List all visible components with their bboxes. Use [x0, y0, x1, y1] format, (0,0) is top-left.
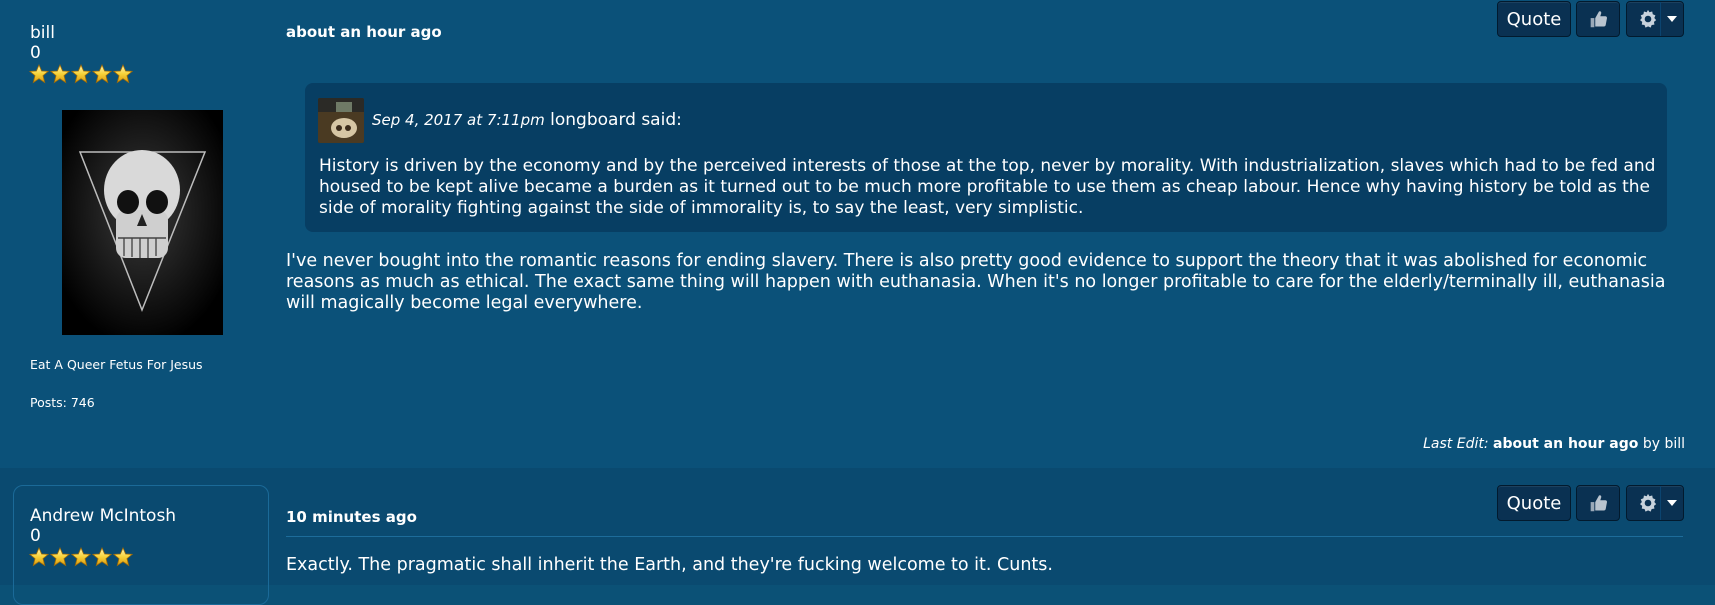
- post-bill: bill 0 Eat A Queer Fetus For Jesus Posts…: [0, 0, 1715, 468]
- star-icon: [92, 64, 112, 84]
- star-icon: [50, 64, 70, 84]
- author-reputation: 0: [30, 526, 41, 546]
- star-icon: [29, 547, 49, 567]
- last-edit-by-label: by: [1642, 436, 1660, 452]
- star-icon: [113, 64, 133, 84]
- star-icon: [113, 547, 133, 567]
- star-icon: [71, 547, 91, 567]
- author-name[interactable]: bill: [30, 23, 55, 43]
- quote-button[interactable]: Quote: [1497, 1, 1571, 37]
- star-icon: [50, 547, 70, 567]
- gear-icon: [1637, 492, 1659, 514]
- author-panel: [13, 485, 269, 605]
- quote-avatar-image: [318, 98, 364, 143]
- skull-avatar-image: [62, 110, 223, 335]
- post-body: I've never bought into the romantic reas…: [286, 251, 1666, 313]
- user-post-count: Posts: 746: [30, 395, 95, 410]
- star-icon: [71, 64, 91, 84]
- gear-icon: [1637, 8, 1659, 30]
- thumbs-up-icon: [1587, 8, 1609, 30]
- post-header-divider: [286, 536, 1683, 537]
- quote-author[interactable]: longboard: [550, 110, 636, 130]
- last-edit-user[interactable]: bill: [1664, 436, 1685, 452]
- last-edit: Last Edit: about an hour ago by bill: [1423, 436, 1685, 452]
- post-andrew: Andrew McIntosh 0 10 minutes ago Quote E…: [0, 468, 1715, 605]
- user-title: Eat A Queer Fetus For Jesus: [30, 357, 203, 372]
- quote-attribution: Sep 4, 2017 at 7:11pm longboard said:: [372, 110, 682, 130]
- author-rank-stars: [29, 547, 133, 569]
- last-edit-time: about an hour ago: [1493, 436, 1639, 452]
- quote-text: History is driven by the economy and by …: [319, 156, 1656, 218]
- star-icon: [92, 547, 112, 567]
- quote-author-avatar[interactable]: [318, 98, 364, 143]
- thumbs-up-icon: [1587, 492, 1609, 514]
- author-name[interactable]: Andrew McIntosh: [30, 506, 176, 526]
- quote-said: said:: [641, 110, 682, 130]
- avatar[interactable]: [62, 110, 223, 335]
- post-timestamp[interactable]: about an hour ago: [286, 23, 442, 41]
- quote-block: Sep 4, 2017 at 7:11pm longboard said: Hi…: [305, 83, 1667, 232]
- quote-date[interactable]: Sep 4, 2017 at 7:11pm: [372, 111, 545, 129]
- post-timestamp[interactable]: 10 minutes ago: [286, 508, 417, 526]
- chevron-down-icon: [1660, 2, 1683, 36]
- post-body: Exactly. The pragmatic shall inherit the…: [286, 555, 1053, 575]
- like-button[interactable]: [1576, 485, 1620, 521]
- author-reputation: 0: [30, 43, 41, 63]
- author-rank-stars: [29, 64, 133, 86]
- chevron-down-icon: [1660, 486, 1683, 520]
- post-options-button[interactable]: [1626, 485, 1684, 521]
- post-options-button[interactable]: [1626, 1, 1684, 37]
- last-edit-label: Last Edit:: [1423, 436, 1489, 452]
- like-button[interactable]: [1576, 1, 1620, 37]
- star-icon: [29, 64, 49, 84]
- quote-button[interactable]: Quote: [1497, 485, 1571, 521]
